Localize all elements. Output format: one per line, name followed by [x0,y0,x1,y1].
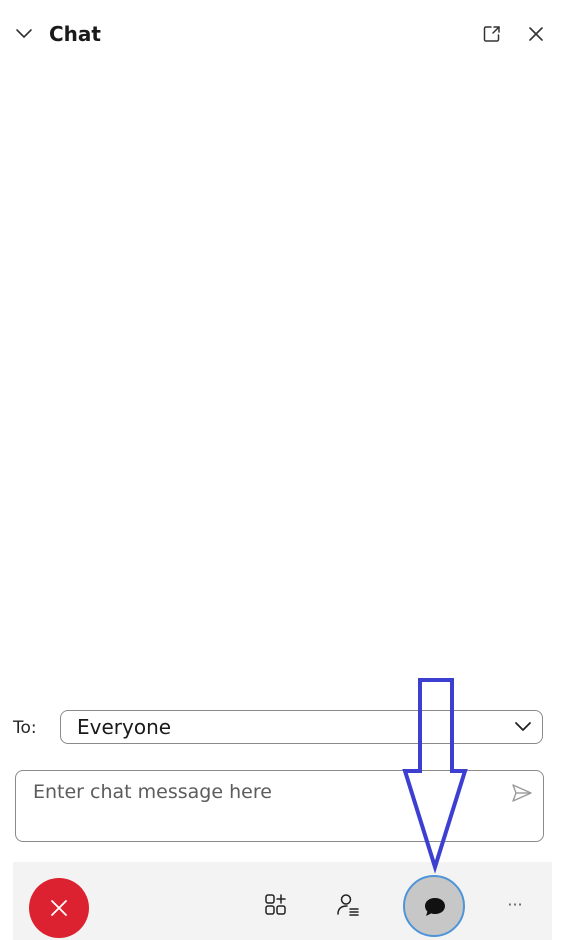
chat-messages-area [0,68,564,698]
recipient-selected-value: Everyone [77,715,172,739]
chevron-down-icon [513,718,533,736]
chevron-down-icon[interactable] [14,24,34,44]
add-apps-icon [265,894,286,915]
end-call-button[interactable] [29,878,89,938]
meeting-toolbar: ··· [13,862,552,940]
chat-header: Chat [0,0,564,68]
chat-title: Chat [49,22,101,46]
chat-button[interactable] [403,875,465,937]
chat-panel: Chat To: Everyone [0,0,564,862]
recipient-dropdown[interactable]: Everyone [60,710,543,744]
send-icon[interactable] [511,783,533,803]
message-box [15,770,544,842]
close-icon [51,900,67,916]
popout-icon[interactable] [482,24,502,44]
add-apps-button[interactable] [254,884,298,928]
chat-bubble-icon [425,898,445,916]
participants-icon [337,894,359,916]
close-icon[interactable] [526,24,546,44]
more-options-button[interactable]: ··· [497,892,533,918]
chat-message-input[interactable] [33,779,493,805]
recipient-label: To: [13,718,37,738]
participants-button[interactable] [326,884,370,928]
